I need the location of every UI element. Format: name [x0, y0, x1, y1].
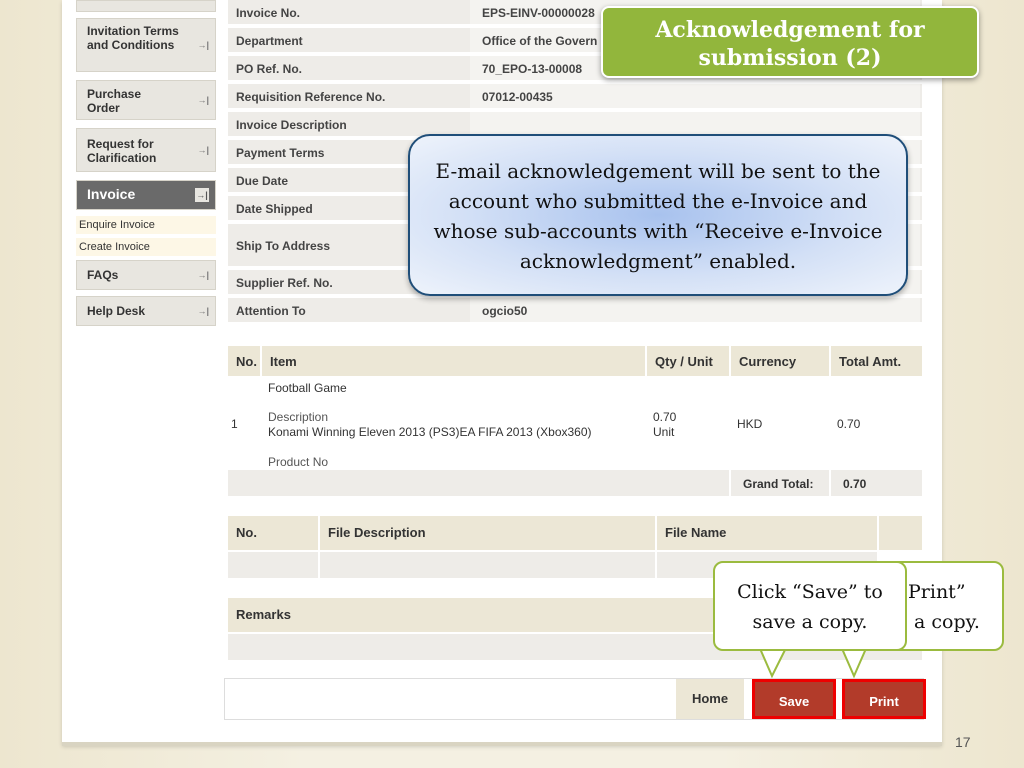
detail-label: Payment Terms — [236, 146, 325, 160]
items-header-qty: Qty / Unit — [647, 346, 729, 376]
sidebar-item-help-desk[interactable]: Help Desk →| — [76, 296, 216, 326]
sidebar-item-invitation-terms[interactable]: Invitation Terms and Conditions →| — [76, 18, 216, 72]
detail-row-attention-to: Attention To ogcio50 — [228, 298, 922, 324]
print-button[interactable]: Print — [842, 679, 926, 719]
item-unit: Unit — [653, 425, 675, 439]
sidebar-item-top-partial[interactable] — [76, 0, 216, 12]
detail-label: Ship To Address — [236, 239, 331, 253]
subnav-create-invoice[interactable]: Create Invoice — [76, 238, 216, 256]
item-total: 0.70 — [837, 417, 861, 431]
items-header-currency: Currency — [731, 346, 829, 376]
files-header-description: File Description — [320, 516, 655, 550]
files-header-no: No. — [228, 516, 318, 550]
save-hint-callout: Click “Save” to save a copy. — [713, 561, 907, 651]
slide-number: 17 — [955, 734, 971, 750]
print-hint-line1: Print” — [908, 581, 966, 603]
item-row-number: 1 — [231, 417, 238, 431]
detail-value: ogcio50 — [482, 304, 528, 318]
item-qty: 0.70 — [653, 410, 677, 424]
sidebar-item-label: Invitation Terms and Conditions — [87, 24, 179, 52]
item-currency: HKD — [737, 417, 763, 431]
detail-value: 07012-00435 — [482, 90, 553, 104]
expand-arrow-icon: →| — [197, 270, 209, 280]
detail-label: Invoice Description — [236, 118, 347, 132]
collapse-icon: →| — [195, 188, 209, 202]
detail-row-requisition-ref: Requisition Reference No. 07012-00435 — [228, 84, 922, 110]
slide-title-callout: Acknowledgement for submission (2) — [601, 6, 979, 78]
files-empty-cell — [228, 552, 318, 578]
detail-label: Invoice No. — [236, 6, 301, 20]
item-product-no-label: Product No — [268, 455, 329, 469]
page-bottom-bar — [62, 742, 942, 746]
grand-total-spacer — [228, 470, 729, 496]
sidebar-item-purchase-order[interactable]: Purchase Order →| — [76, 80, 216, 120]
files-empty-cell — [320, 552, 655, 578]
print-hint-line2: a copy. — [914, 611, 980, 633]
subnav-label: Create Invoice — [79, 241, 150, 253]
detail-label: Attention To — [236, 304, 306, 318]
items-header-item: Item — [262, 346, 645, 376]
sidebar-item-request-clarification[interactable]: Request for Clarification →| — [76, 128, 216, 172]
info-text: E-mail acknowledgement will be sent to t… — [433, 159, 883, 273]
files-header-extra — [879, 516, 922, 550]
home-button[interactable]: Home — [676, 679, 744, 719]
subnav-enquire-invoice[interactable]: Enquire Invoice — [76, 216, 216, 234]
sidebar-item-label: FAQs — [87, 268, 119, 282]
items-header-no: No. — [228, 346, 260, 376]
subnav-label: Enquire Invoice — [79, 219, 155, 231]
items-header-total: Total Amt. — [831, 346, 922, 376]
grand-total-label: Grand Total: — [731, 470, 829, 496]
item-name: Football Game — [268, 381, 347, 395]
email-info-callout: E-mail acknowledgement will be sent to t… — [408, 134, 908, 296]
files-header-name: File Name — [657, 516, 877, 550]
sidebar-item-label: Help Desk — [87, 304, 146, 318]
sidebar-item-label: Invoice — [87, 186, 136, 202]
expand-arrow-icon: →| — [197, 95, 209, 105]
detail-label: Supplier Ref. No. — [236, 276, 333, 290]
expand-arrow-icon: →| — [197, 306, 209, 316]
sidebar-item-label: Purchase Order — [87, 87, 142, 115]
detail-label: Department — [236, 34, 303, 48]
detail-label: Requisition Reference No. — [236, 90, 386, 104]
sidebar-item-faqs[interactable]: FAQs →| — [76, 260, 216, 290]
grand-total-value: 0.70 — [831, 470, 922, 496]
item-description-value: Konami Winning Eleven 2013 (PS3)EA FIFA … — [268, 425, 592, 439]
sidebar-item-label: Request for Clarification — [87, 137, 157, 165]
detail-label: PO Ref. No. — [236, 62, 303, 76]
expand-arrow-icon: →| — [197, 40, 209, 50]
sidebar-item-invoice[interactable]: Invoice →| — [76, 180, 216, 210]
save-button[interactable]: Save — [752, 679, 836, 719]
expand-arrow-icon: →| — [197, 145, 209, 155]
detail-label: Due Date — [236, 174, 289, 188]
item-description-label: Description — [268, 410, 329, 424]
detail-label: Date Shipped — [236, 202, 313, 216]
